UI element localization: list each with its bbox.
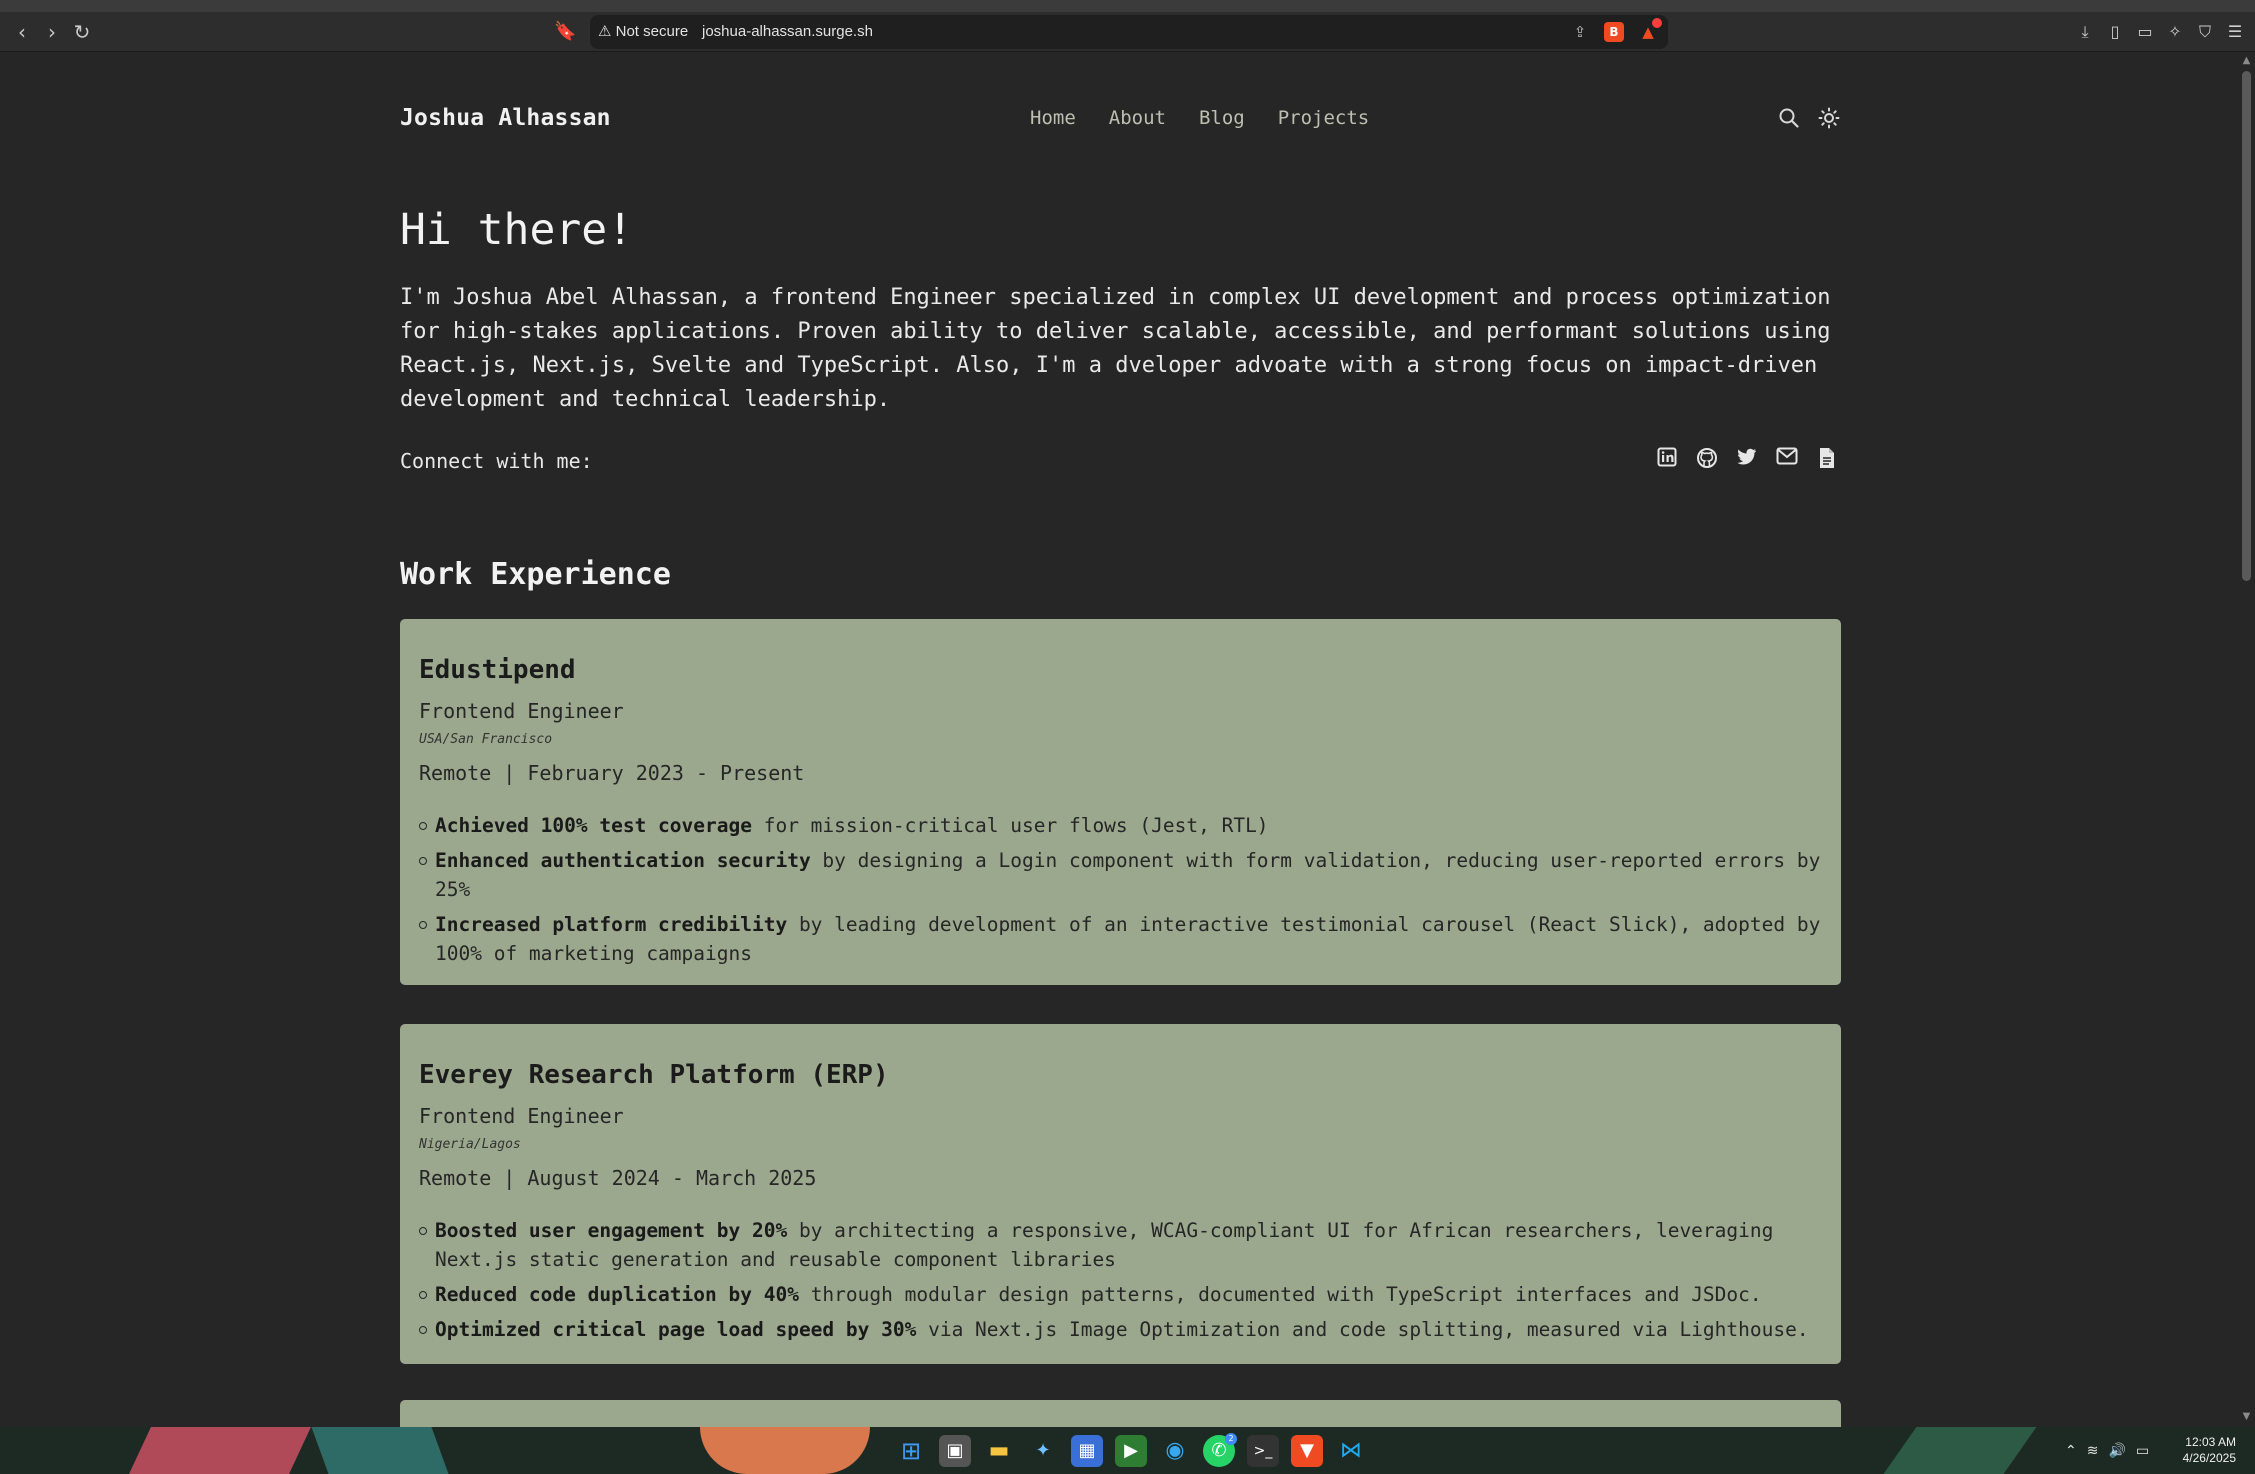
achievement-highlight: Boosted user engagement by 20%	[435, 1219, 788, 1242]
achievement-text: through modular design patterns, documen…	[798, 1283, 1762, 1306]
whatsapp-badge: 2	[1225, 1433, 1237, 1445]
job-company: Edustipend	[419, 655, 576, 685]
menu-icon[interactable]: ☰	[2225, 18, 2245, 46]
leo-ai-icon[interactable]: ✧	[2165, 18, 2185, 46]
meet-app-icon[interactable]: ▶	[1115, 1435, 1147, 1467]
job-location: USA/San Francisco	[419, 732, 553, 747]
task-view-icon[interactable]: ▣	[939, 1435, 971, 1467]
security-label: Not secure	[615, 23, 689, 40]
wallpaper-shape	[1883, 1427, 2037, 1474]
achievement-text: via Next.js Image Optimization and code …	[916, 1318, 1809, 1341]
back-icon[interactable]: ‹	[8, 18, 36, 46]
job-card: Edustipend Frontend Engineer USA/San Fra…	[400, 619, 1841, 985]
scrollbar-thumb[interactable]	[2242, 71, 2251, 581]
wifi-icon[interactable]: ≋	[2087, 1443, 2099, 1459]
scroll-up-icon[interactable]: ▲	[2238, 55, 2255, 69]
wallpaper-shape	[700, 1427, 870, 1474]
github-icon[interactable]	[1695, 447, 1719, 471]
vscode-icon[interactable]: ⋈	[1335, 1435, 1367, 1467]
site-title[interactable]: Joshua Alhassan	[400, 105, 611, 131]
whatsapp-icon[interactable]: ✆ 2	[1203, 1433, 1237, 1467]
connect-label: Connect with me:	[400, 449, 593, 473]
browser-toolbar: ‹ › ↻ 🔖 ⚠ Not secure joshua-alhassan.sur…	[0, 12, 2255, 52]
job-dates: Remote | February 2023 - Present	[419, 761, 805, 785]
system-clock[interactable]: 12:03 AM 4/26/2025	[2176, 1434, 2236, 1466]
job-dates: Remote | August 2024 - March 2025	[419, 1166, 817, 1190]
brave-rewards-icon[interactable]: ▲	[1638, 18, 1662, 42]
clock-date: 4/26/2025	[2182, 1451, 2236, 1465]
brave-shields-icon[interactable]: B	[1604, 22, 1624, 42]
job-achievements: Boosted user engagement by 20% by archit…	[419, 1216, 1822, 1350]
achievement-highlight: Achieved 100% test coverage	[435, 814, 752, 837]
email-icon[interactable]	[1775, 447, 1799, 471]
clock-time: 12:03 AM	[2185, 1435, 2236, 1449]
windows-taskbar: ⊞ ▣ ▬ ✦ ▦ ▶ ◉ ✆ 2 >_ ▼ ⋈ ⌃ ≋ 🔊 ▭ 12:03 AM…	[0, 1427, 2255, 1474]
nav-blog[interactable]: Blog	[1199, 107, 1245, 129]
address-bar[interactable]: ⚠ Not secure joshua-alhassan.surge.sh ⇪ …	[590, 15, 1668, 49]
job-card	[400, 1400, 1841, 1427]
sidebar-icon[interactable]: ▯	[2105, 18, 2125, 46]
microsoft-store-icon[interactable]: ▦	[1071, 1435, 1103, 1467]
nav-projects[interactable]: Projects	[1278, 107, 1370, 129]
show-hidden-icons-icon[interactable]: ⌃	[2065, 1443, 2077, 1459]
web-page: Joshua Alhassan Home About Blog Projects…	[0, 53, 2238, 1427]
resume-document-icon[interactable]	[1815, 447, 1839, 471]
file-explorer-icon[interactable]: ▬	[983, 1435, 1015, 1467]
copilot-icon[interactable]: ✦	[1027, 1435, 1059, 1467]
bookmark-icon[interactable]: 🔖	[554, 18, 576, 46]
list-item: Achieved 100% test coverage for mission-…	[419, 811, 1822, 840]
start-windows-icon[interactable]: ⊞	[895, 1435, 927, 1467]
theme-toggle-sun-icon[interactable]	[1816, 107, 1842, 133]
job-location: Nigeria/Lagos	[419, 1137, 521, 1152]
achievement-text: for mission-critical user flows (Jest, R…	[751, 814, 1269, 837]
job-company: Everey Research Platform (ERP)	[419, 1060, 889, 1090]
hero-heading: Hi there!	[400, 205, 633, 255]
nav-about[interactable]: About	[1109, 107, 1166, 129]
reload-icon[interactable]: ↻	[68, 18, 96, 46]
url-text[interactable]: joshua-alhassan.surge.sh	[702, 15, 873, 49]
achievement-highlight: Optimized critical page load speed by 30…	[435, 1318, 917, 1341]
job-card: Everey Research Platform (ERP) Frontend …	[400, 1024, 1841, 1364]
list-item: Increased platform credibility by leadin…	[419, 910, 1822, 968]
security-indicator[interactable]: ⚠ Not secure	[598, 15, 688, 49]
list-item: Reduced code duplication by 40% through …	[419, 1280, 1822, 1309]
wallet-icon[interactable]: ▭	[2135, 18, 2155, 46]
list-item: Boosted user engagement by 20% by archit…	[419, 1216, 1822, 1274]
job-role: Frontend Engineer	[419, 699, 624, 723]
terminal-icon[interactable]: >_	[1247, 1435, 1279, 1467]
download-icon[interactable]: ⤓	[2075, 18, 2095, 46]
scroll-down-icon[interactable]: ▼	[2238, 1411, 2255, 1425]
achievement-highlight: Increased platform credibility	[435, 913, 788, 936]
search-icon[interactable]	[1776, 107, 1802, 133]
nav-home[interactable]: Home	[1030, 107, 1076, 129]
twitter-icon[interactable]	[1735, 447, 1759, 471]
achievement-highlight: Reduced code duplication by 40%	[435, 1283, 799, 1306]
brave-browser-icon[interactable]: ▼	[1291, 1435, 1323, 1467]
list-item: Enhanced authentication security by desi…	[419, 846, 1822, 904]
notification-badge	[1652, 18, 1662, 28]
volume-icon[interactable]: 🔊	[2108, 1443, 2125, 1459]
wallpaper-shape	[129, 1427, 311, 1474]
battery-icon[interactable]: ▭	[2136, 1443, 2149, 1459]
edge-browser-icon[interactable]: ◉	[1159, 1435, 1191, 1467]
job-role: Frontend Engineer	[419, 1104, 624, 1128]
main-nav: Home About Blog Projects	[1030, 107, 1369, 129]
linkedin-icon[interactable]	[1655, 447, 1679, 471]
achievement-highlight: Enhanced authentication security	[435, 849, 811, 872]
wallpaper-shape	[311, 1427, 449, 1474]
vpn-shield-icon[interactable]: ⛉	[2195, 18, 2215, 46]
social-links	[1655, 447, 1839, 471]
list-item: Optimized critical page load speed by 30…	[419, 1315, 1822, 1344]
work-experience-heading: Work Experience	[400, 557, 671, 592]
forward-icon[interactable]: ›	[38, 18, 66, 46]
page-scrollbar[interactable]: ▲ ▼	[2238, 53, 2255, 1427]
job-achievements: Achieved 100% test coverage for mission-…	[419, 811, 1822, 974]
hero-intro: I'm Joshua Abel Alhassan, a frontend Eng…	[400, 285, 1831, 412]
share-icon[interactable]: ⇪	[1570, 22, 1590, 42]
browser-tab-strip	[0, 0, 2255, 12]
